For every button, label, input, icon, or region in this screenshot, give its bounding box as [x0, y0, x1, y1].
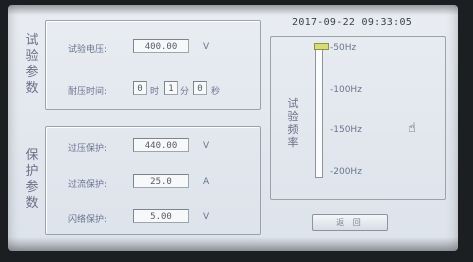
hour-unit: 时: [150, 87, 160, 97]
minutes-field[interactable]: 1: [164, 81, 178, 95]
second-unit: 秒: [211, 87, 221, 97]
freq-tick-100: -100Hz: [330, 85, 362, 95]
flashover-label: 闪络保护:: [68, 215, 108, 225]
freq-tick-50: -50Hz: [330, 43, 357, 53]
hand-cursor-icon: ☝: [408, 121, 416, 136]
voltage-field[interactable]: 400.00: [133, 39, 189, 53]
flashover-unit: V: [203, 212, 210, 222]
freq-tick-150: -150Hz: [330, 125, 362, 135]
duration-label: 耐压时间:: [68, 87, 108, 97]
overvoltage-field[interactable]: 440.00: [133, 138, 189, 152]
freq-tick-200: -200Hz: [330, 167, 362, 177]
frequency-slider-track[interactable]: [315, 46, 323, 178]
hmi-screen: 2017-09-22 09:33:05 试验参数 试验电压: 400.00 V …: [8, 5, 458, 251]
minute-unit: 分: [180, 87, 190, 97]
voltage-label: 试验电压:: [68, 45, 108, 55]
return-button[interactable]: 返 回: [312, 214, 388, 231]
overcurrent-field[interactable]: 25.0: [133, 174, 189, 188]
datetime-display: 2017-09-22 09:33:05: [292, 17, 413, 28]
frequency-title: 试验频率: [287, 97, 299, 149]
overvoltage-label: 过压保护:: [68, 144, 108, 154]
overcurrent-unit: A: [203, 177, 210, 187]
test-params-title: 试验参数: [25, 33, 39, 96]
seconds-field[interactable]: 0: [193, 81, 207, 95]
overcurrent-label: 过流保护:: [68, 180, 108, 190]
overvoltage-unit: V: [203, 141, 210, 151]
hours-field[interactable]: 0: [133, 81, 147, 95]
frequency-slider-thumb[interactable]: [314, 43, 329, 50]
flashover-field[interactable]: 5.00: [133, 209, 189, 223]
voltage-unit: V: [203, 42, 210, 52]
protection-params-title: 保护参数: [25, 148, 39, 211]
screen-bezel-shadow: [8, 237, 458, 251]
